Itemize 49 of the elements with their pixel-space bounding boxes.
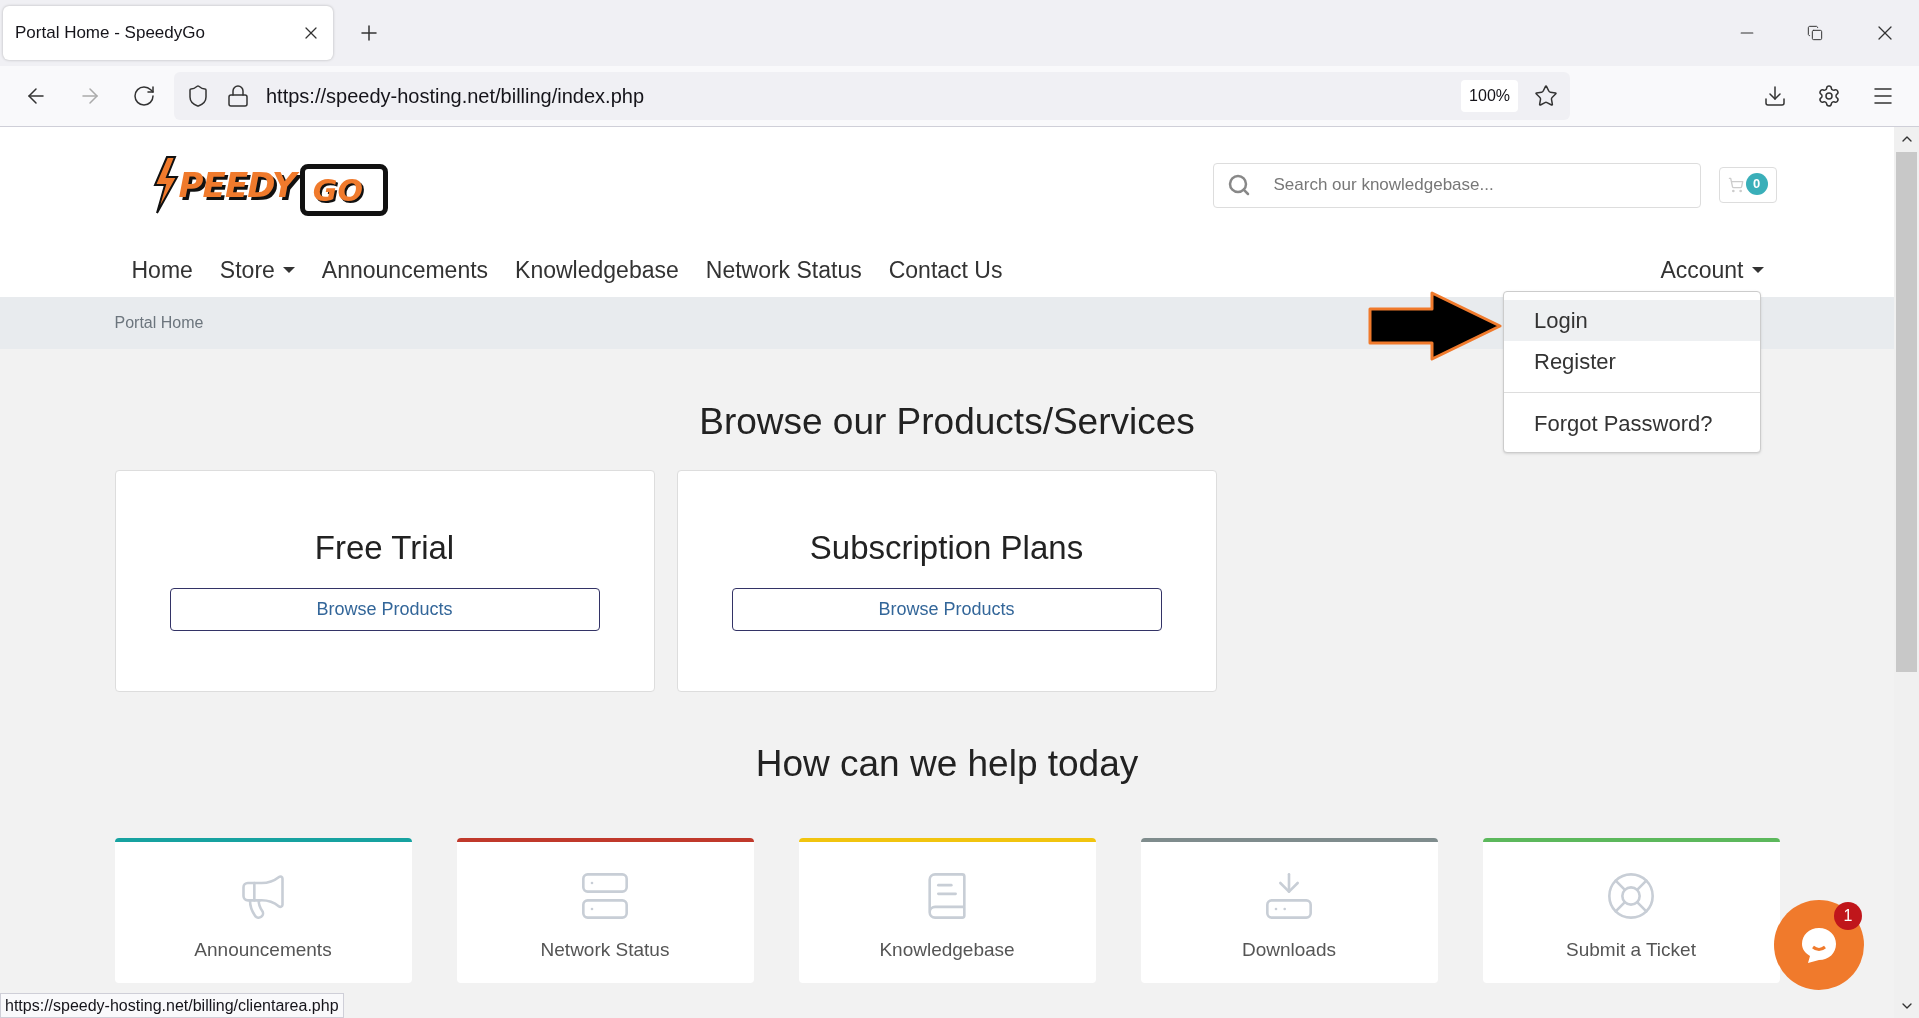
browse-products-button[interactable]: Browse Products xyxy=(169,588,600,631)
download-tray-icon xyxy=(1263,870,1315,922)
card-label: Network Status xyxy=(540,938,670,962)
nav-link[interactable]: Contact Us xyxy=(881,252,1010,288)
help-card[interactable]: Submit a Ticket xyxy=(1482,838,1780,983)
status-url: https://speedy-hosting.net/billing/clientarea.php xyxy=(0,993,344,1018)
download-icon[interactable] xyxy=(1763,84,1787,108)
caret-icon xyxy=(1751,267,1764,273)
section-heading: Browse our Products/Services xyxy=(699,400,1195,444)
lock-icon[interactable] xyxy=(226,84,250,108)
card-label: Announcements xyxy=(194,938,332,962)
help-card[interactable]: Announcements xyxy=(114,838,412,983)
nav-link[interactable]: Network Status xyxy=(698,252,869,288)
help-card[interactable]: Knowledgebase xyxy=(798,838,1096,983)
breadcrumb[interactable]: Portal Home xyxy=(114,311,204,335)
help-card[interactable]: Downloads xyxy=(1140,838,1438,983)
search-icon xyxy=(1226,172,1251,197)
nav-link[interactable]: Store xyxy=(212,252,302,288)
restore-icon[interactable] xyxy=(1807,25,1823,41)
menu-item[interactable]: Login xyxy=(1504,300,1760,341)
nav-link[interactable]: Knowledgebase xyxy=(508,252,686,288)
nav-link[interactable]: Announcements xyxy=(314,252,496,288)
browser-tab[interactable]: Portal Home - SpeedyGo xyxy=(3,6,333,60)
address-bar[interactable]: https://speedy-hosting.net/billing/index.php 100% xyxy=(174,72,1570,120)
server-icon xyxy=(579,870,631,922)
tv-screen: GO xyxy=(299,164,388,216)
browse-products-button[interactable]: Browse Products xyxy=(731,588,1162,631)
cart-count: 0 xyxy=(1745,173,1768,195)
card-title: Subscription Plans xyxy=(809,527,1084,568)
bookmark-star-icon[interactable] xyxy=(1534,84,1558,108)
menu-item[interactable]: Register xyxy=(1504,341,1760,382)
scrollbar[interactable] xyxy=(1894,127,1919,1018)
card-label: Knowledgebase xyxy=(879,938,1015,962)
card-label: Downloads xyxy=(1242,938,1336,962)
search-field[interactable]: Search our knowledgebase... xyxy=(1212,162,1701,208)
settings-icon[interactable] xyxy=(1817,84,1841,108)
card-title: Free Trial xyxy=(314,527,455,568)
reload-icon[interactable] xyxy=(132,84,156,108)
card-label: Submit a Ticket xyxy=(1566,938,1696,962)
section-heading: How can we help today xyxy=(755,741,1139,786)
nav-link[interactable]: Home xyxy=(124,252,200,288)
shield-icon[interactable] xyxy=(186,84,210,108)
account-menu[interactable]: Account xyxy=(1660,252,1764,288)
zoom-level[interactable]: 100% xyxy=(1461,80,1518,112)
lightning-bolt-icon xyxy=(152,155,179,215)
lifebuoy-icon xyxy=(1605,870,1657,922)
cart-icon xyxy=(1727,177,1744,193)
menu-item[interactable]: Forgot Password? xyxy=(1504,403,1760,444)
help-card[interactable]: Network Status xyxy=(456,838,754,983)
